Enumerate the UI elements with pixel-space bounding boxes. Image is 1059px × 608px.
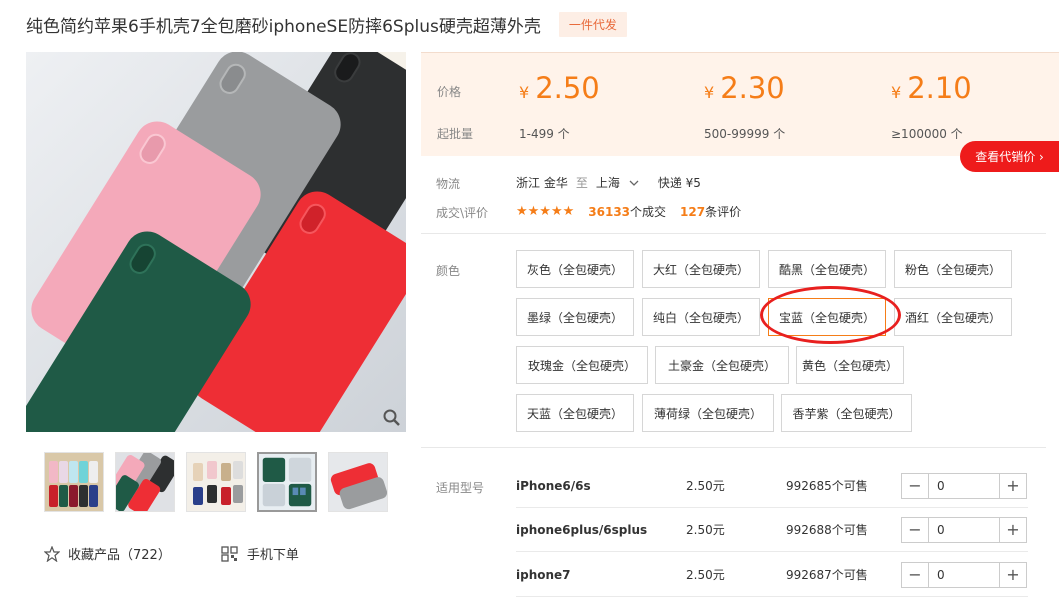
model-row: iPhone6/6s 2.50元 992685个可售 − + (516, 464, 1028, 508)
favorite-label: 收藏产品（722） (68, 548, 171, 563)
color-option[interactable]: 酷黑（全包硬壳） (768, 250, 886, 288)
color-option[interactable]: 大红（全包硬壳） (642, 250, 760, 288)
quantity-stepper: − + (901, 472, 1027, 499)
color-option[interactable]: 黄色（全包硬壳） (796, 346, 904, 384)
dropship-badge: 一件代发 (558, 11, 627, 37)
sold-count[interactable]: 36133 (588, 205, 630, 219)
deal-info: ★★★★★ 36133 个成交 127 条评价 (516, 203, 755, 220)
favorite-button[interactable]: 收藏产品（722） (44, 544, 171, 563)
thumbnail-2[interactable] (115, 452, 175, 512)
chevron-down-icon[interactable] (628, 177, 640, 189)
price-label: 价格 (437, 85, 462, 99)
thumbnail-5[interactable] (328, 452, 388, 512)
batch-label: 起批量 (437, 127, 474, 141)
magnifier-icon[interactable] (382, 408, 402, 428)
tier-3-range: ≥100000 个 (891, 127, 963, 141)
price-panel: 价格 起批量 ¥2.50 ¥2.30 ¥2.10 1-499 个 500-999… (421, 52, 1059, 156)
color-option[interactable]: 玫瑰金（全包硬壳） (516, 346, 648, 384)
model-price: 2.50元 (686, 523, 725, 537)
minus-button[interactable]: − (901, 472, 929, 499)
model-name: iphone6plus/6splus (516, 522, 648, 537)
color-label: 颜色 (436, 264, 461, 278)
model-name: iphone7 (516, 567, 571, 582)
logistics-label: 物流 (436, 177, 461, 191)
tier-2-price: ¥2.30 (704, 71, 785, 105)
divider (421, 447, 1046, 448)
thumbnail-4[interactable] (257, 452, 317, 512)
tier-3-price: ¥2.10 (891, 71, 972, 105)
plus-button[interactable]: + (999, 516, 1027, 543)
mobile-order-button[interactable]: 手机下单 (221, 544, 299, 563)
action-row: 收藏产品（722） 手机下单 (44, 544, 299, 563)
minus-button[interactable]: − (901, 561, 929, 588)
plus-button[interactable]: + (999, 561, 1027, 588)
thumbnail-3[interactable] (186, 452, 246, 512)
deal-label: 成交\评价 (436, 206, 489, 220)
mobile-order-label: 手机下单 (246, 548, 299, 563)
model-row: iphone7 2.50元 992687个可售 − + (516, 553, 1028, 597)
quantity-input[interactable] (929, 472, 999, 499)
quantity-input[interactable] (929, 516, 999, 543)
model-stock: 992687个可售 (786, 568, 868, 582)
model-stock: 992685个可售 (786, 479, 868, 493)
main-product-image[interactable] (26, 52, 406, 432)
color-option[interactable]: 粉色（全包硬壳） (894, 250, 1012, 288)
color-option[interactable]: 灰色（全包硬壳） (516, 250, 634, 288)
model-stock: 992688个可售 (786, 523, 868, 537)
star-outline-icon (44, 545, 60, 562)
ship-to-word: 至 (575, 176, 588, 190)
model-row: iphone6plus/6splus 2.50元 992688个可售 − + (516, 508, 1028, 552)
thumbnail-strip (44, 452, 388, 512)
agent-price-button[interactable]: 查看代销价 › (960, 141, 1059, 172)
color-option[interactable]: 薄荷绿（全包硬壳） (642, 394, 774, 432)
color-option[interactable]: 酒红（全包硬壳） (894, 298, 1012, 336)
color-option[interactable]: 墨绿（全包硬壳） (516, 298, 634, 336)
plus-button[interactable]: + (999, 472, 1027, 499)
model-label: 适用型号 (436, 481, 485, 495)
color-option[interactable]: 土豪金（全包硬壳） (655, 346, 789, 384)
quantity-stepper: − + (901, 561, 1027, 588)
quantity-stepper: − + (901, 516, 1027, 543)
ship-to-select[interactable]: 上海 (596, 174, 620, 191)
color-option[interactable]: 纯白（全包硬壳） (642, 298, 760, 336)
title-row: 纯色简约苹果6手机壳7全包磨砂iphoneSE防摔6Splus硬壳超薄外壳 一件… (26, 10, 627, 38)
ship-from: 浙江 金华 (516, 176, 568, 190)
color-option[interactable]: 宝蓝（全包硬壳） (768, 298, 886, 336)
product-title: 纯色简约苹果6手机壳7全包磨砂iphoneSE防摔6Splus硬壳超薄外壳 (26, 16, 541, 37)
review-count[interactable]: 127 (680, 205, 705, 219)
qr-code-icon (221, 545, 238, 562)
color-option[interactable]: 香芋紫（全包硬壳） (781, 394, 912, 432)
sold-text: 个成交 (630, 205, 667, 219)
tier-2-range: 500-99999 个 (704, 127, 786, 141)
review-text: 条评价 (705, 205, 742, 219)
divider (421, 233, 1046, 234)
minus-button[interactable]: − (901, 516, 929, 543)
logistics-info: 浙江 金华 至 上海 快递 ¥5 (516, 174, 709, 191)
model-price: 2.50元 (686, 479, 725, 493)
thumbnail-1[interactable] (44, 452, 104, 512)
phone-cases-photo (26, 52, 406, 432)
quantity-input[interactable] (929, 561, 999, 588)
model-name: iPhone6/6s (516, 478, 591, 493)
rating-stars: ★★★★★ (516, 204, 575, 219)
tier-1-price: ¥2.50 (519, 71, 600, 105)
express-fee: 快递 ¥5 (657, 176, 701, 190)
color-option[interactable]: 天蓝（全包硬壳） (516, 394, 634, 432)
model-price: 2.50元 (686, 568, 725, 582)
tier-1-range: 1-499 个 (519, 127, 570, 141)
